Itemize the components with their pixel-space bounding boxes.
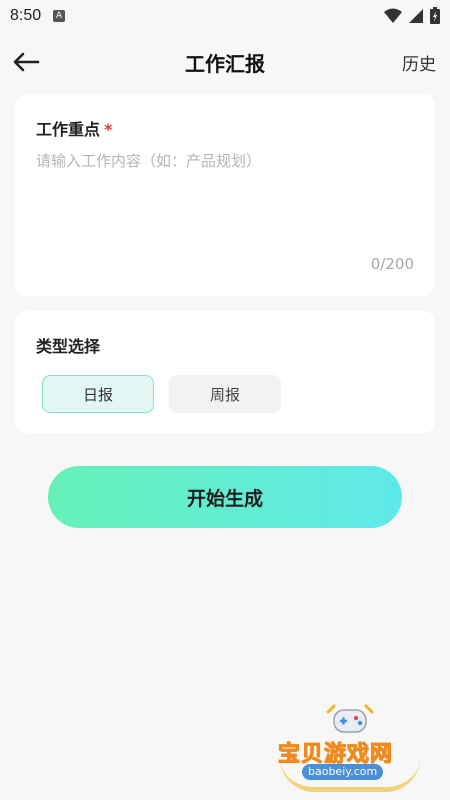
page-title: 工作汇报 — [185, 52, 265, 76]
wifi-icon — [384, 8, 402, 23]
status-icons — [384, 7, 440, 24]
type-option-weekly[interactable]: 周报 — [169, 375, 281, 413]
work-content-input[interactable] — [36, 150, 416, 250]
char-count: 0/200 — [370, 255, 414, 273]
required-mark: * — [104, 120, 113, 139]
watermark-url: baobeiy.com — [302, 764, 384, 780]
start-generate-button[interactable]: 开始生成 — [48, 466, 402, 528]
type-option-daily[interactable]: 日报 — [42, 375, 154, 413]
type-selection-label: 类型选择 — [36, 337, 101, 356]
status-bar: 8:50 A — [0, 0, 450, 32]
type-selection-card: 类型选择 日报 周报 — [15, 311, 435, 433]
watermark-logo: 宝贝游戏网 baobeiy.com — [276, 700, 426, 792]
battery-icon — [430, 7, 440, 24]
history-button[interactable]: 历史 — [402, 50, 436, 75]
work-focus-card: 工作重点* 0/200 — [15, 94, 435, 296]
notification-icon: A — [53, 10, 66, 22]
status-time: 8:50 — [10, 7, 42, 24]
nav-bar: 工作汇报 历史 — [0, 40, 450, 84]
work-focus-label: 工作重点 * — [36, 116, 112, 140]
signal-icon — [409, 8, 423, 23]
gamepad-icon — [326, 704, 374, 733]
work-focus-label-text: 工作重点 — [36, 120, 101, 139]
